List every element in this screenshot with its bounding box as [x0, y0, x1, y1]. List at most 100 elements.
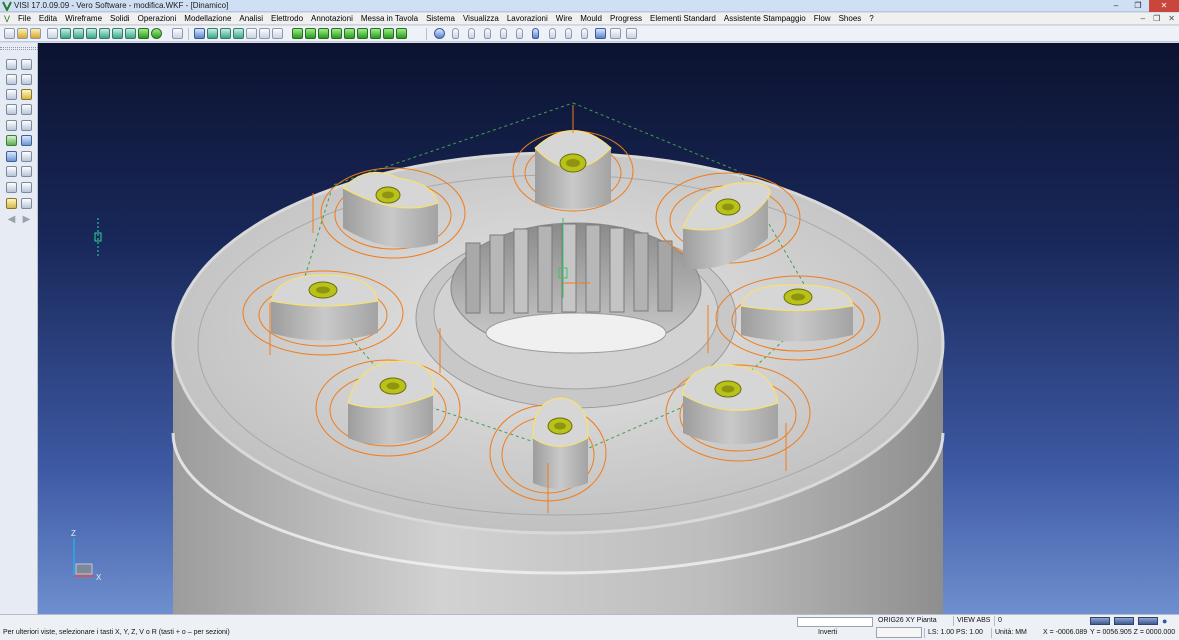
menu-wire[interactable]: Wire	[552, 13, 576, 25]
trim-icon[interactable]	[21, 104, 32, 115]
menu-analisi[interactable]: Analisi	[235, 13, 267, 25]
menu-elettrodo[interactable]: Elettrodo	[267, 13, 307, 25]
menu-mould[interactable]: Mould	[576, 13, 606, 25]
doc-restore-button[interactable]: ❐	[1153, 13, 1160, 25]
extrude-icon[interactable]	[6, 120, 17, 131]
open-folder-icon[interactable]	[30, 28, 41, 39]
toolbar-mini-icons[interactable]	[876, 627, 922, 638]
menu-file[interactable]: File	[14, 13, 35, 25]
circle-icon[interactable]	[6, 74, 17, 85]
line-icon[interactable]	[21, 59, 32, 70]
model-canvas[interactable]: Z X	[38, 43, 1179, 614]
measure-icon[interactable]	[6, 198, 17, 209]
cylinder-hidden-icon[interactable]	[383, 28, 394, 39]
layer-palette-icon[interactable]	[21, 198, 32, 209]
open-icon[interactable]	[17, 28, 28, 39]
origin-label[interactable]: ORIG26 XY Pianta	[878, 616, 937, 626]
move-icon[interactable]	[151, 28, 162, 39]
arc-icon[interactable]	[21, 74, 32, 85]
save-icon[interactable]	[47, 28, 58, 39]
command-input[interactable]	[797, 617, 873, 627]
layer-icon[interactable]	[331, 28, 342, 39]
menu-visualizza[interactable]: Visualizza	[459, 13, 503, 25]
back-arrow-icon[interactable]: ◀	[6, 214, 17, 225]
menu-elementi-standard[interactable]: Elementi Standard	[646, 13, 720, 25]
minimize-button[interactable]: –	[1105, 0, 1127, 12]
menu-sistema[interactable]: Sistema	[422, 13, 459, 25]
globe-icon[interactable]: ●	[1162, 616, 1167, 626]
doc-minimize-button[interactable]: –	[1141, 13, 1145, 25]
view-mode-button-1[interactable]	[1090, 617, 1110, 625]
cylinder-multi-icon[interactable]	[595, 28, 606, 39]
cylinder-back-icon[interactable]	[549, 28, 556, 39]
hole-icon[interactable]	[6, 166, 17, 177]
view-mode-button-2[interactable]	[1114, 617, 1134, 625]
grid-icon[interactable]	[626, 28, 637, 39]
text-icon[interactable]	[21, 182, 32, 193]
cylinder-icon[interactable]	[344, 28, 355, 39]
save-as-icon[interactable]	[60, 28, 71, 39]
cylinder-iso-icon[interactable]	[452, 28, 459, 39]
new-icon[interactable]	[4, 28, 15, 39]
revolve-icon[interactable]	[21, 120, 32, 131]
edge-cube-icon[interactable]	[272, 28, 283, 39]
hidden-cube-icon[interactable]	[246, 28, 257, 39]
refresh-icon[interactable]	[318, 28, 329, 39]
palette-grip[interactable]	[0, 47, 38, 50]
menu-operazioni[interactable]: Operazioni	[134, 13, 181, 25]
cylinder-view-icon[interactable]	[434, 28, 445, 39]
shaded-cube-icon[interactable]	[233, 28, 244, 39]
menu-progress[interactable]: Progress	[606, 13, 646, 25]
dimension-icon[interactable]	[6, 182, 17, 193]
section-icon[interactable]	[396, 28, 407, 39]
render-icon[interactable]	[207, 28, 218, 39]
cylinder-bottom-icon[interactable]	[565, 28, 572, 39]
cylinder-blue-icon[interactable]	[532, 28, 539, 39]
offset-icon[interactable]	[6, 104, 17, 115]
part-icon[interactable]	[468, 28, 475, 39]
close-button[interactable]: ✕	[1149, 0, 1179, 12]
menu-lavorazioni[interactable]: Lavorazioni	[503, 13, 552, 25]
doc-close-button[interactable]: ✕	[1168, 13, 1175, 25]
rotate-icon[interactable]	[172, 28, 183, 39]
grid-view-icon[interactable]	[610, 28, 621, 39]
cylinder-shaded-icon[interactable]	[357, 28, 368, 39]
cylinder-side-icon[interactable]	[516, 28, 523, 39]
cylinder-top-icon[interactable]	[500, 28, 507, 39]
shell-icon[interactable]	[21, 151, 32, 162]
chamfer-icon[interactable]	[6, 151, 17, 162]
point-icon[interactable]	[6, 59, 17, 70]
menu-wireframe[interactable]: Wireframe	[61, 13, 106, 25]
cylinder-left-icon[interactable]	[581, 28, 588, 39]
menu-edita[interactable]: Edita	[35, 13, 61, 25]
maximize-button[interactable]: ❐	[1127, 0, 1149, 12]
redo-icon[interactable]	[125, 28, 136, 39]
select-icon[interactable]	[138, 28, 149, 39]
import-icon[interactable]	[86, 28, 97, 39]
wireframe-cube-icon[interactable]	[220, 28, 231, 39]
pan-icon[interactable]	[194, 28, 205, 39]
cylinder-front-icon[interactable]	[484, 28, 491, 39]
menu-flow[interactable]: Flow	[810, 13, 835, 25]
undo-icon[interactable]	[112, 28, 123, 39]
fillet-icon[interactable]	[21, 135, 32, 146]
menu-modellazione[interactable]: Modellazione	[180, 13, 235, 25]
menu-help[interactable]: ?	[865, 13, 877, 25]
menu-assistente-stampaggio[interactable]: Assistente Stampaggio	[720, 13, 810, 25]
document-menu-icon[interactable]: V	[0, 13, 14, 25]
iso-cube-icon[interactable]	[305, 28, 316, 39]
graphics-viewport[interactable]: Z X	[38, 43, 1179, 614]
cut-icon[interactable]	[21, 166, 32, 177]
spline-icon[interactable]	[21, 89, 32, 100]
forward-arrow-icon[interactable]: ▶	[21, 214, 32, 225]
boolean-icon[interactable]	[6, 135, 17, 146]
rectangle-icon[interactable]	[6, 89, 17, 100]
cylinder-edges-icon[interactable]	[370, 28, 381, 39]
view-mode-button-3[interactable]	[1138, 617, 1158, 625]
print-icon[interactable]	[73, 28, 84, 39]
view-cube-icon[interactable]	[292, 28, 303, 39]
menu-solidi[interactable]: Solidi	[106, 13, 134, 25]
green-cube-icon[interactable]	[259, 28, 270, 39]
menu-shoes[interactable]: Shoes	[835, 13, 866, 25]
view-label[interactable]: VIEW ABS	[953, 616, 990, 626]
